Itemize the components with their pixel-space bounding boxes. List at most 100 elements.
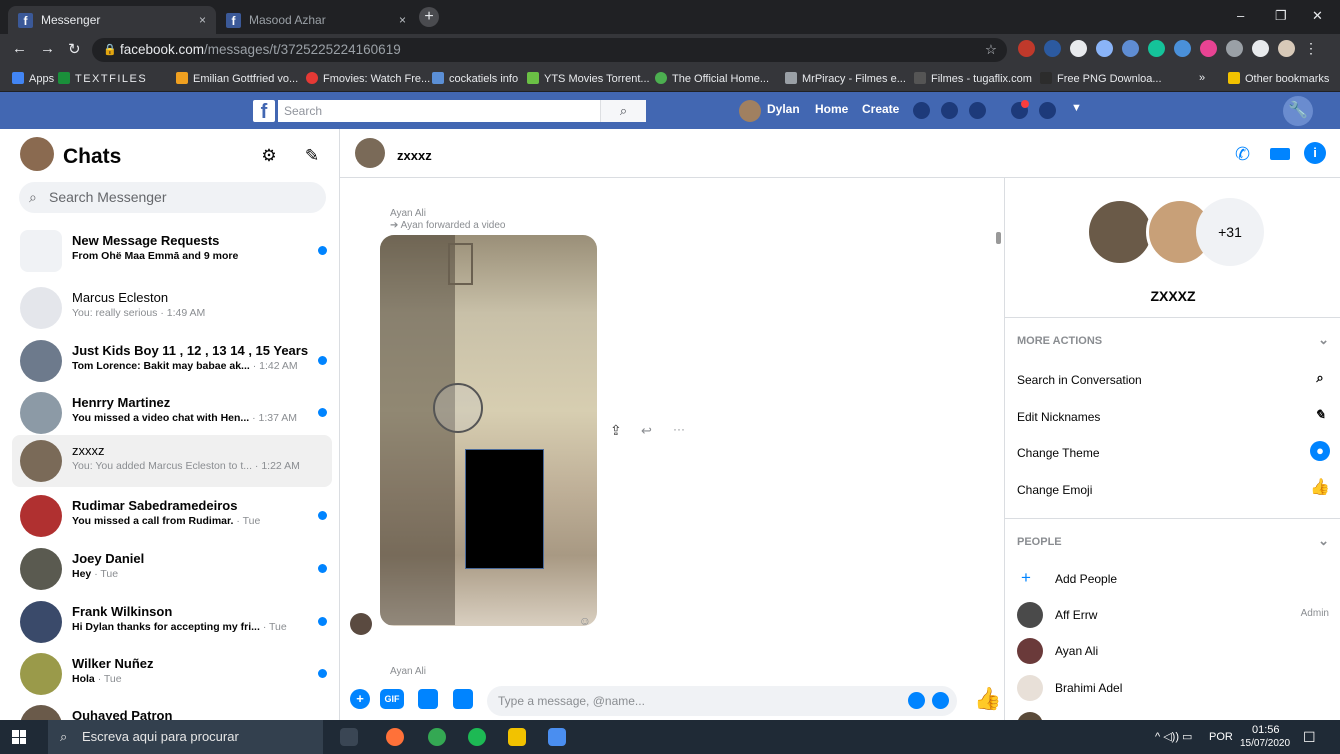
bookmark-other[interactable]: Other bookmarks — [1228, 72, 1329, 85]
reload-icon[interactable]: ↻ — [68, 40, 81, 58]
bookmarks-overflow-button[interactable]: » — [1199, 72, 1205, 84]
user-avatar[interactable] — [739, 100, 761, 122]
profile-avatar-icon[interactable] — [1278, 40, 1295, 57]
friend-requests-icon[interactable] — [913, 102, 930, 119]
wrench-icon[interactable]: 🔧 — [1283, 96, 1313, 126]
tab-close-button[interactable]: × — [399, 13, 406, 27]
chat-list-item[interactable]: Frank Wilkinson Hi Dylan thanks for accep… — [12, 596, 332, 648]
grammarly-extension-icon[interactable] — [1148, 40, 1165, 57]
browser-menu-icon[interactable]: ⋮ — [1304, 40, 1318, 57]
forwarded-video-message[interactable]: ☺ — [380, 235, 597, 626]
conversation-avatar[interactable] — [355, 138, 385, 168]
grammar-extension-icon[interactable] — [1122, 40, 1139, 57]
bookmark-apps[interactable]: Apps — [12, 72, 54, 85]
sender-avatar[interactable] — [350, 613, 372, 635]
bookmark-mrpiracy[interactable]: MrPiracy - Filmes e... — [785, 72, 906, 85]
url-bar[interactable]: 🔒 facebook.com/messages/t/37252252241606… — [92, 38, 1007, 62]
bookmark-official-home[interactable]: The Official Home... — [655, 72, 769, 85]
sticker-icon[interactable] — [418, 689, 438, 709]
phone-icon[interactable]: ✆ — [1235, 144, 1250, 165]
emoji-reaction-icon[interactable]: ☺ — [579, 614, 591, 626]
chat-list-item[interactable]: Just Kids Boy 11 , 12 , 13 14 , 15 Years… — [12, 335, 332, 387]
notepad-icon[interactable] — [548, 728, 566, 746]
puzzle-extension-icon[interactable] — [1252, 40, 1269, 57]
bookmark-free-png[interactable]: Free PNG Downloa... — [1040, 72, 1162, 85]
own-avatar[interactable] — [20, 137, 54, 171]
gear-icon[interactable]: ⚙ — [252, 139, 286, 173]
search-in-conversation-action[interactable]: Search in Conversation — [1017, 373, 1142, 387]
chat-list-item[interactable]: Marcus Ecleston You: really serious · 1:4… — [12, 282, 332, 334]
bookmark-fmovies[interactable]: Fmovies: Watch Fre... — [306, 72, 430, 85]
more-options-button[interactable]: ··· — [673, 422, 685, 436]
bookmark-tugaflix[interactable]: Filmes - tugaflix.com — [914, 72, 1032, 85]
image-icon[interactable] — [453, 689, 473, 709]
chat-list-item[interactable]: Joey Daniel Hey · Tue — [12, 543, 332, 595]
bookmark-star-icon[interactable]: ☆ — [985, 38, 997, 62]
new-tab-button[interactable]: + — [419, 7, 439, 27]
more-actions-header[interactable]: MORE ACTIONS ⌄ — [1005, 317, 1340, 363]
task-view-icon[interactable] — [340, 728, 358, 746]
tools-extension-icon[interactable] — [1096, 40, 1113, 57]
messenger-icon[interactable] — [941, 102, 958, 119]
help-question-icon[interactable] — [1039, 102, 1056, 119]
taskbar-search-input[interactable]: ⌕ Escreva aqui para procurar — [48, 720, 323, 754]
add-attachment-icon[interactable]: + — [350, 689, 370, 709]
file-explorer-icon[interactable] — [508, 728, 526, 746]
share-icon[interactable]: ⇪ — [610, 422, 622, 439]
vpn-extension-icon[interactable] — [1174, 40, 1191, 57]
people-header[interactable]: PEOPLE ⌄ — [1005, 518, 1340, 564]
tray-icons[interactable]: ^ ◁)) ▭ — [1155, 730, 1192, 743]
clock-date[interactable]: 15/07/2020 — [1240, 738, 1290, 749]
message-requests-item[interactable]: New Message Requests From Ohë Maa Emmā an… — [12, 225, 332, 277]
chat-list-item[interactable]: Ouhayed Patron — [12, 700, 332, 720]
bookmark-textfiles[interactable]: TEXTFILES — [58, 72, 147, 85]
bookmark-cockatiels[interactable]: cockatiels info — [432, 72, 518, 85]
restore-button[interactable]: ❐ — [1275, 8, 1287, 24]
download-extension-icon[interactable] — [1070, 40, 1087, 57]
create-link[interactable]: Create — [862, 102, 899, 116]
chrome-icon[interactable] — [428, 728, 446, 746]
reply-arrow-icon[interactable]: ↩ — [641, 423, 652, 439]
chat-list-item[interactable]: zxxxz You: You added Marcus Ecleston to t… — [12, 435, 332, 487]
facebook-search-input[interactable]: Search ⌕ — [278, 100, 646, 122]
messenger-search-input[interactable]: ⌕ Search Messenger — [19, 182, 326, 213]
gif-button[interactable]: GIF — [380, 689, 404, 709]
color-extension-icon[interactable] — [1200, 40, 1217, 57]
conversation-title[interactable]: zxxxz — [397, 148, 432, 163]
chat-list-item[interactable]: Rudimar Sabedramedeiros You missed a call… — [12, 490, 332, 542]
forward-arrow-icon[interactable]: → — [40, 40, 55, 57]
bookmark-emilian[interactable]: Emilian Gottfried vo... — [176, 72, 298, 85]
checkmark-icon[interactable] — [908, 692, 925, 709]
new-extension-icon[interactable] — [1044, 40, 1061, 57]
video-camera-icon[interactable] — [1270, 148, 1290, 160]
chat-list-item[interactable]: Henrry Martinez You missed a video chat w… — [12, 387, 332, 439]
change-theme-action[interactable]: Change Theme — [1017, 446, 1100, 460]
home-link[interactable]: Home — [815, 102, 848, 116]
thumbs-up-icon[interactable]: 👍 — [974, 686, 1001, 712]
adblock-extension-icon[interactable] — [1018, 40, 1035, 57]
clock-time[interactable]: 01:56 — [1252, 724, 1280, 736]
notifications-icon[interactable]: ☐ — [1303, 729, 1316, 746]
tab-messenger[interactable]: f Messenger × — [8, 6, 216, 34]
thumbs-up-icon[interactable]: 👍 — [1310, 478, 1330, 498]
translate-extension-icon[interactable] — [1226, 40, 1243, 57]
close-window-button[interactable]: ✕ — [1312, 8, 1323, 24]
extra-members-count[interactable]: +31 — [1196, 198, 1264, 266]
search-icon[interactable]: ⌕ — [1310, 368, 1330, 388]
chat-list-item[interactable]: Wilker Nuñez Hola · Tue — [12, 648, 332, 700]
firefox-icon[interactable] — [386, 728, 404, 746]
facebook-logo[interactable]: f — [253, 100, 275, 123]
profile-link[interactable]: Dylan — [767, 102, 800, 116]
language-indicator[interactable]: POR — [1209, 731, 1233, 743]
emoji-icon[interactable] — [932, 692, 949, 709]
change-emoji-action[interactable]: Change Emoji — [1017, 483, 1092, 497]
windows-start-icon[interactable] — [12, 730, 26, 744]
tab-close-button[interactable]: × — [199, 13, 206, 27]
message-input[interactable]: Type a message, @name... — [487, 686, 957, 716]
pencil-icon[interactable]: ✎ — [1310, 405, 1330, 425]
account-menu-chevron-icon[interactable]: ▼ — [1071, 102, 1082, 114]
bookmark-yts[interactable]: YTS Movies Torrent... — [527, 72, 650, 85]
back-arrow-icon[interactable]: ← — [12, 40, 27, 57]
compose-icon[interactable]: ✎ — [295, 139, 329, 173]
message-scrollbar[interactable] — [996, 232, 1001, 244]
